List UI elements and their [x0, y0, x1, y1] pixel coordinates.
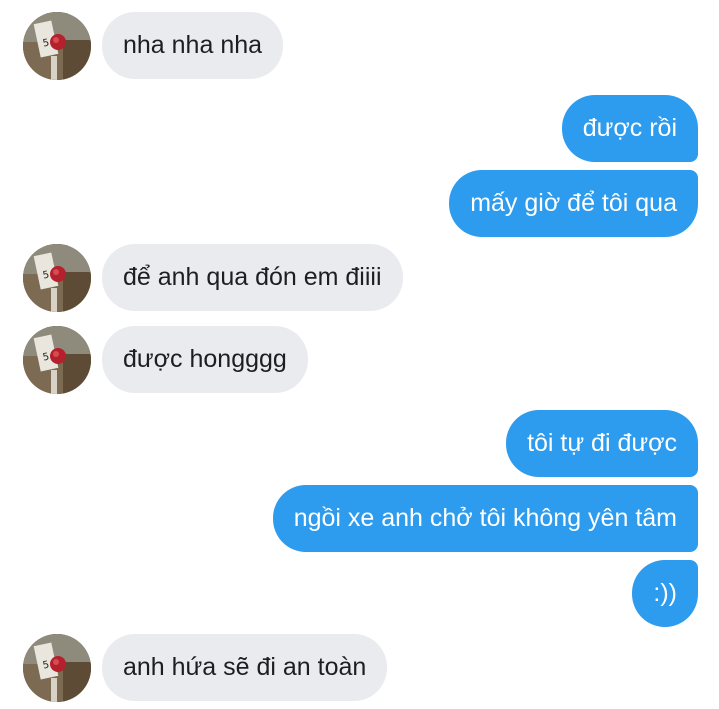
avatar[interactable]: 5	[23, 12, 91, 80]
outgoing-message-bubble[interactable]: được rồi	[561, 95, 698, 162]
avatar-icon: 5	[23, 634, 91, 702]
incoming-message-bubble[interactable]: được hongggg	[102, 326, 308, 393]
avatar[interactable]: 5	[23, 244, 91, 312]
message-text: được hongggg	[123, 345, 287, 373]
avatar-icon: 5	[23, 326, 91, 394]
message-text: được rồi	[582, 114, 677, 142]
message-text: nha nha nha	[123, 31, 263, 59]
message-text: để anh qua đón em điiii	[123, 263, 382, 291]
outgoing-message-bubble[interactable]: ngồi xe anh chở tôi không yên tâm	[272, 485, 698, 552]
message-text: :))	[653, 579, 677, 607]
message-text: ngồi xe anh chở tôi không yên tâm	[293, 504, 677, 532]
incoming-message-bubble[interactable]: anh hứa sẽ đi an toàn	[102, 634, 388, 701]
avatar-icon: 5	[23, 244, 91, 312]
incoming-message-bubble[interactable]: nha nha nha	[102, 12, 284, 79]
avatar[interactable]: 5	[23, 634, 91, 702]
outgoing-message-bubble[interactable]: tôi tự đi được	[506, 410, 698, 477]
message-text: mấy giờ để tôi qua	[470, 189, 677, 217]
outgoing-message-bubble[interactable]: :))	[632, 560, 698, 627]
outgoing-message-bubble[interactable]: mấy giờ để tôi qua	[449, 170, 698, 237]
message-text: anh hứa sẽ đi an toàn	[123, 653, 367, 681]
avatar-icon: 5	[23, 12, 91, 80]
message-text: tôi tự đi được	[527, 429, 677, 457]
incoming-message-bubble[interactable]: để anh qua đón em điiii	[102, 244, 403, 311]
avatar[interactable]: 5	[23, 326, 91, 394]
